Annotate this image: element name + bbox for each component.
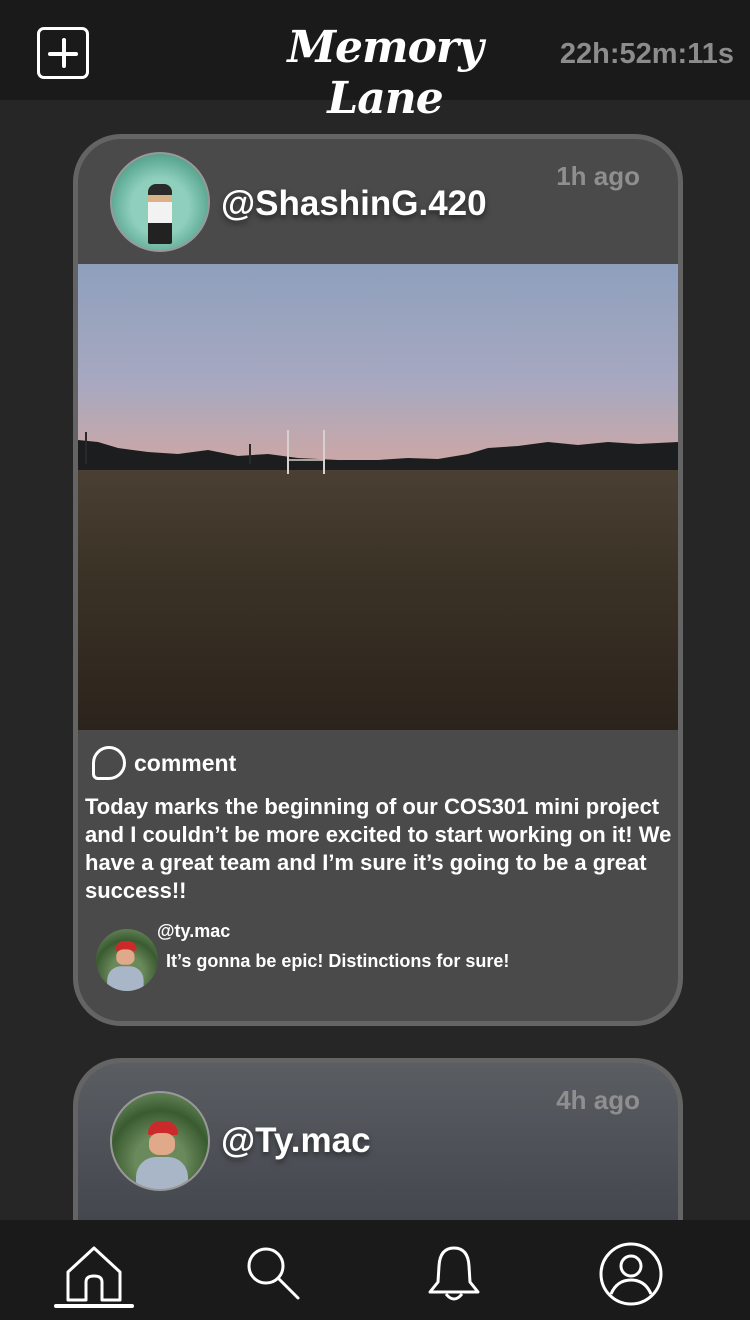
avatar-figure <box>136 1121 188 1189</box>
bottom-nav <box>0 1220 750 1320</box>
top-bar: Memory Lane 22h:52m:11s <box>0 0 750 124</box>
comment-text: It’s gonna be epic! Distinctions for sur… <box>166 951 510 971</box>
avatar-figure <box>148 184 172 244</box>
comment-label: comment <box>134 749 237 776</box>
post-time: 4h ago <box>556 1085 640 1115</box>
avatar[interactable] <box>110 152 210 252</box>
bell-icon <box>428 1246 480 1301</box>
nav-notifications-button[interactable] <box>414 1234 494 1314</box>
avatar-figure <box>107 941 144 991</box>
post-username[interactable]: @ShashinG.420 <box>221 184 487 224</box>
landscape-photo <box>78 430 678 730</box>
post-feed[interactable]: @ShashinG.420 1h ago comment Today marks… <box>0 100 750 1220</box>
nav-profile-button[interactable] <box>591 1234 671 1314</box>
comment-avatar[interactable] <box>96 929 158 991</box>
add-post-button[interactable] <box>37 27 89 79</box>
nav-home-button[interactable] <box>54 1234 134 1314</box>
comment-bubble-icon <box>92 746 126 780</box>
profile-icon <box>599 1242 663 1306</box>
search-icon <box>247 1247 300 1300</box>
post-card: @Ty.mac 4h ago <box>73 1058 683 1220</box>
home-icon <box>66 1246 122 1302</box>
avatar[interactable] <box>110 1091 210 1191</box>
post-caption: Today marks the beginning of our COS301 … <box>85 794 672 903</box>
post-card: @ShashinG.420 1h ago comment Today marks… <box>73 134 683 1026</box>
post-photo[interactable] <box>78 264 678 730</box>
comment-button[interactable]: comment <box>92 745 236 781</box>
active-tab-indicator <box>54 1304 134 1308</box>
countdown-timer: 22h:52m:11s <box>559 38 734 70</box>
comment-username[interactable]: @ty.mac <box>157 921 230 942</box>
post-time: 1h ago <box>556 161 640 191</box>
nav-search-button[interactable] <box>234 1234 314 1314</box>
post-username[interactable]: @Ty.mac <box>221 1121 371 1161</box>
